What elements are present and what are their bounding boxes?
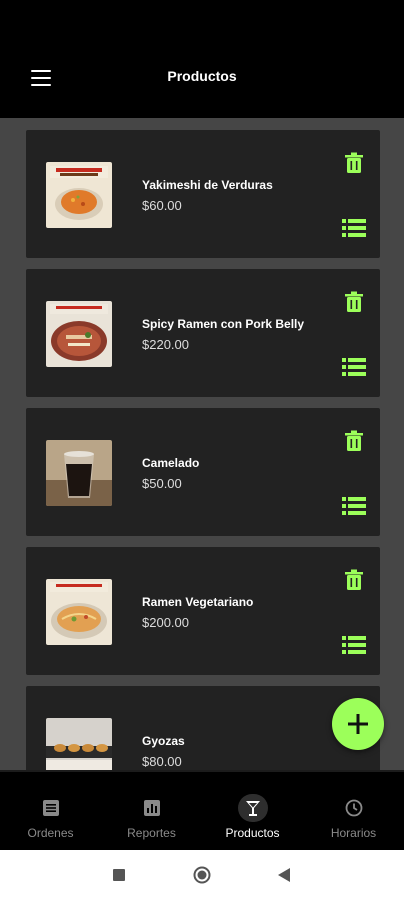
clock-icon (339, 794, 369, 822)
app-header: Productos (0, 0, 404, 118)
nav-label: Horarios (330, 826, 377, 840)
report-icon (137, 794, 167, 822)
plus-icon (348, 714, 368, 734)
receipt-icon (36, 794, 66, 822)
nav-item-horarios[interactable]: Horarios (303, 772, 404, 850)
product-image (46, 718, 112, 770)
product-name: Ramen Vegetariano (142, 595, 254, 609)
nav-label: Ordenes (27, 826, 74, 840)
nav-label: Reportes (127, 826, 176, 840)
delete-trash-icon[interactable] (344, 291, 364, 313)
nav-item-ordenes[interactable]: Ordenes (0, 772, 101, 850)
nav-item-productos[interactable]: Productos (202, 772, 303, 850)
details-list-icon[interactable] (342, 218, 366, 238)
delete-trash-icon[interactable] (344, 152, 364, 174)
product-name: Spicy Ramen con Pork Belly (142, 317, 305, 331)
product-price: $50.00 (142, 476, 182, 491)
details-list-icon[interactable] (342, 635, 366, 655)
product-price: $60.00 (142, 198, 182, 213)
add-product-button[interactable] (332, 698, 384, 750)
back-triangle-icon[interactable] (278, 868, 290, 887)
product-price: $80.00 (142, 754, 182, 769)
product-card[interactable]: Spicy Ramen con Pork Belly $220.00 (26, 269, 380, 397)
product-price: $200.00 (142, 615, 189, 630)
product-card[interactable]: Ramen Vegetariano $200.00 (26, 547, 380, 675)
product-image (46, 301, 112, 367)
details-list-icon[interactable] (342, 357, 366, 377)
product-list[interactable]: Yakimeshi de Verduras $60.00 Spicy Ramen… (0, 118, 404, 770)
product-image (46, 162, 112, 228)
details-list-icon[interactable] (342, 496, 366, 516)
bottom-navigation: Ordenes Reportes Productos Horarios (0, 770, 404, 850)
home-circle-icon[interactable] (193, 866, 211, 889)
nav-label: Productos (225, 826, 280, 840)
page-title: Productos (167, 68, 237, 84)
product-image (46, 440, 112, 506)
delete-trash-icon[interactable] (344, 569, 364, 591)
product-name: Yakimeshi de Verduras (142, 178, 273, 192)
product-image (46, 579, 112, 645)
product-card[interactable]: Camelado $50.00 (26, 408, 380, 536)
delete-trash-icon[interactable] (344, 430, 364, 452)
product-name: Camelado (142, 456, 200, 470)
product-card[interactable]: Gyozas $80.00 (26, 686, 380, 770)
recents-square-icon[interactable] (113, 868, 125, 886)
nav-item-reportes[interactable]: Reportes (101, 772, 202, 850)
product-card[interactable]: Yakimeshi de Verduras $60.00 (26, 130, 380, 258)
product-price: $220.00 (142, 337, 189, 352)
product-name: Gyozas (142, 734, 185, 748)
system-navigation-bar (0, 850, 404, 900)
cocktail-icon (237, 794, 268, 822)
